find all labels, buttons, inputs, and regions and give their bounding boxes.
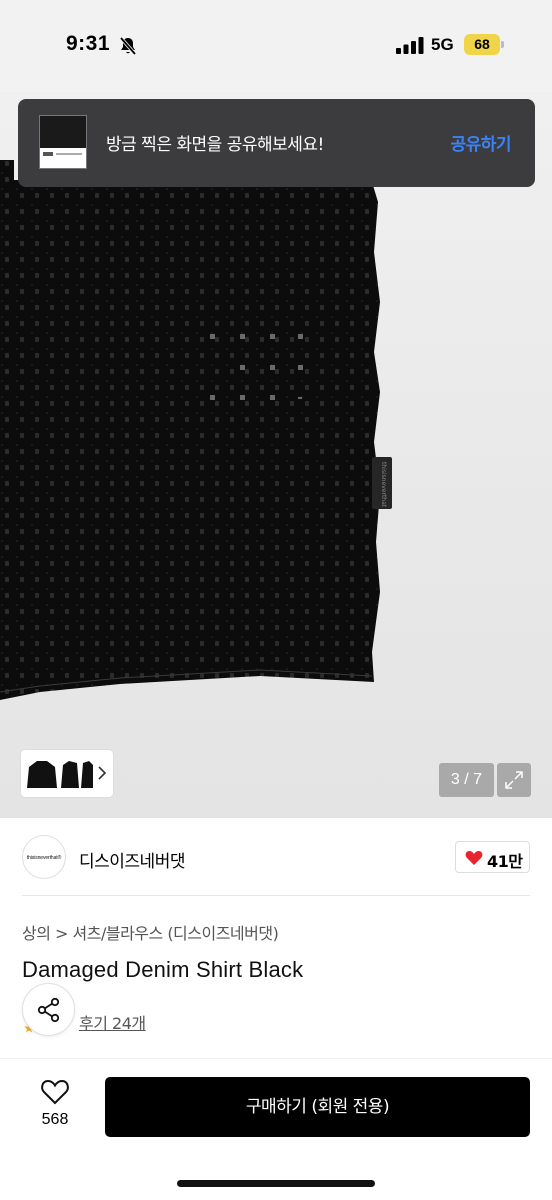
product-photo[interactable]: thisisneverthat [0, 92, 552, 818]
expand-icon [505, 771, 523, 789]
share-icon [37, 997, 60, 1023]
bell-off-icon [119, 36, 137, 56]
wishlist-button[interactable]: 568 [30, 1078, 80, 1134]
share-now-button[interactable]: 공유하기 [450, 130, 511, 155]
image-page-counter: 3 / 7 [439, 763, 494, 797]
share-toast: 방금 찍은 화면을 공유해보세요! 공유하기 [18, 99, 535, 187]
garment-tag-text: thisisneverthat [380, 462, 387, 508]
screenshot-thumbnail [39, 115, 87, 169]
divider [22, 895, 530, 896]
battery-tip [501, 41, 504, 48]
product-title: Damaged Denim Shirt Black [22, 957, 304, 982]
status-time: 9:31 [66, 32, 111, 55]
divider [0, 1058, 552, 1059]
brand-logo[interactable]: thisisneverthat® [22, 835, 66, 879]
wishlist-count: 568 [41, 1111, 69, 1128]
breadcrumb[interactable]: 상의 > 셔츠/블라우스 (디스이즈네버댓) [22, 920, 279, 944]
home-indicator [177, 1180, 375, 1187]
battery-indicator: 68 [464, 34, 500, 55]
product-image-gallery[interactable]: thisisneverthat [0, 92, 552, 818]
toast-message: 방금 찍은 화면을 공유해보세요! [106, 135, 324, 155]
heart-outline-icon [41, 1079, 69, 1105]
brand-like-count: 41만 [487, 852, 523, 871]
brand-name[interactable]: 디스이즈네버댓 [79, 847, 185, 872]
chevron-right-icon[interactable] [96, 764, 108, 782]
signal-icon [396, 37, 424, 54]
status-bar: 9:31 5G 68 [0, 0, 552, 92]
expand-button[interactable] [497, 763, 531, 797]
reviews-link[interactable]: 후기 24개 [79, 1010, 146, 1034]
brand-row[interactable]: thisisneverthat® 디스이즈네버댓 41만 [0, 818, 552, 896]
share-button[interactable] [22, 983, 75, 1036]
buy-button[interactable]: 구매하기 (회원 전용) [105, 1077, 530, 1137]
network-label: 5G [431, 35, 454, 54]
heart-icon [465, 851, 483, 865]
brand-like-button[interactable]: 41만 [455, 841, 530, 873]
